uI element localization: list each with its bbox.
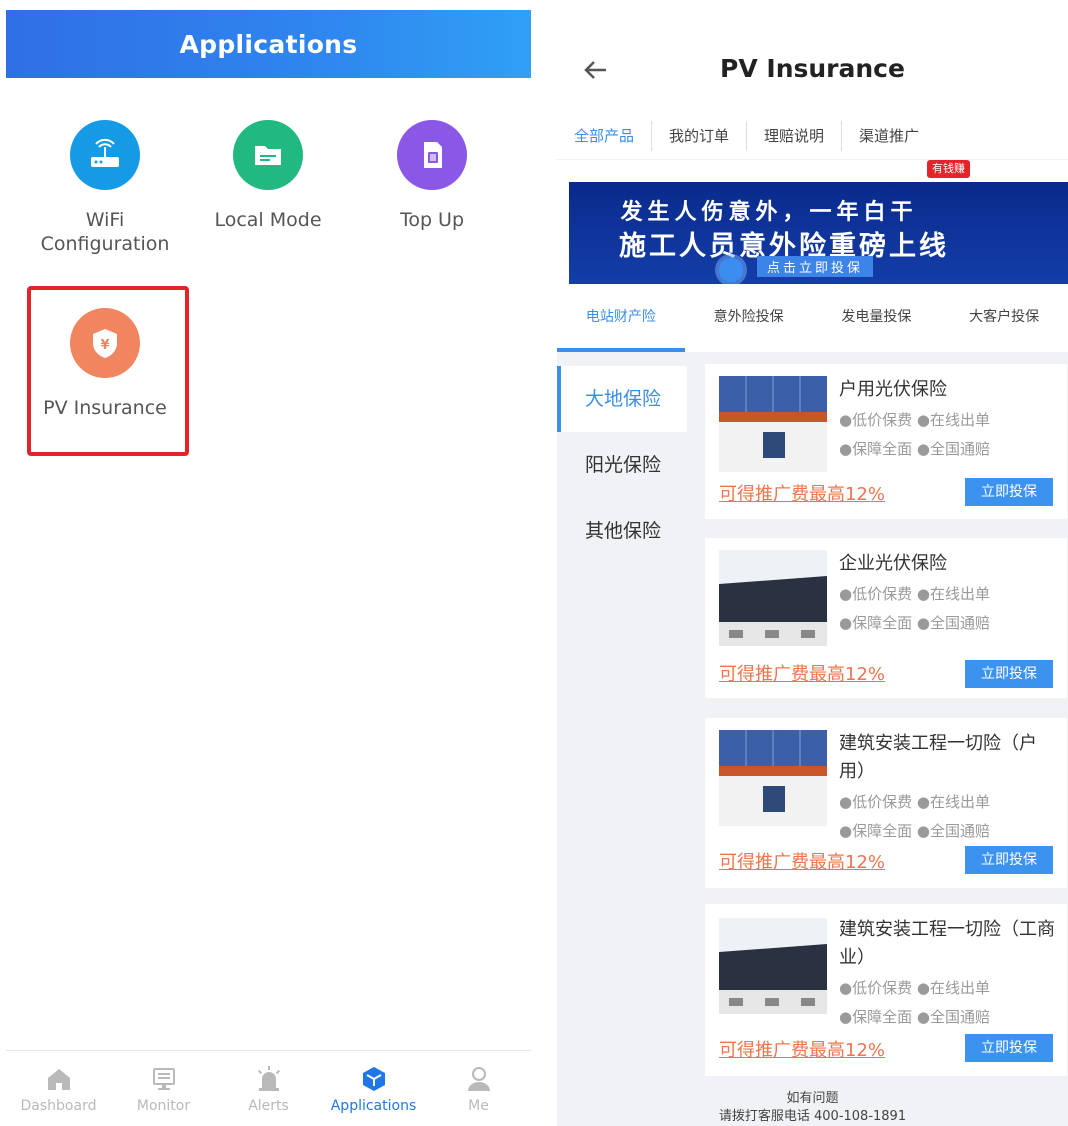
tab-label: Me	[468, 1097, 489, 1114]
customer-service-note: 如有问题 请拨打客服电话 400-108-1891	[557, 1090, 1068, 1126]
tab-my-orders[interactable]: 我的订单	[652, 120, 748, 151]
bottom-tab-bar: Dashboard Monitor Alerts Applications Me	[6, 1050, 531, 1126]
tag-line: ●保障全面 ●全国通赔	[839, 614, 990, 632]
banner-button[interactable]: 点击立即投保	[757, 256, 874, 277]
product-card[interactable]: 企业光伏保险 ●低价保费 ●在线出单 ●保障全面 ●全国通赔 可得推广费最高12…	[705, 538, 1067, 698]
promo-link[interactable]: 可得推广费最高12%	[719, 660, 885, 686]
footer-line-1: 如有问题	[786, 1091, 839, 1106]
product-name: 户用光伏保险	[839, 379, 947, 400]
tag-line: ●保障全面 ●全国通赔	[839, 440, 990, 458]
promo-link[interactable]: 可得推广费最高12%	[719, 1036, 885, 1062]
tab-dashboard[interactable]: Dashboard	[6, 1051, 111, 1126]
tag-line: ●保障全面 ●全国通赔	[839, 1008, 990, 1026]
cat-tab-property[interactable]: 电站财产险	[557, 292, 685, 352]
app-wifi-configuration[interactable]: WiFi Configuration	[20, 120, 190, 256]
product-card[interactable]: 建筑安装工程一切险（工商业） ●低价保费 ●在线出单 ●保障全面 ●全国通赔 可…	[705, 904, 1067, 1076]
user-icon	[467, 1066, 490, 1091]
promo-banner[interactable]: 发生人伤意外，一年白干 施工人员意外险重磅上线 点击立即投保	[569, 182, 1068, 284]
app-label: WiFi Configuration	[40, 209, 170, 255]
product-tags: ●低价保费 ●在线出单 ●保障全面 ●全国通赔	[839, 974, 990, 1032]
promo-link[interactable]: 可得推广费最高12%	[719, 848, 885, 874]
tab-all-products[interactable]: 全部产品	[557, 120, 653, 151]
top-tabs: 全部产品 我的订单 理赔说明 渠道推广	[557, 112, 1068, 160]
tab-label: Alerts	[248, 1097, 289, 1114]
tag-line: ●保障全面 ●全国通赔	[839, 822, 990, 840]
insure-now-button[interactable]: 立即投保	[965, 846, 1053, 874]
tag-line: ●低价保费 ●在线出单	[839, 585, 990, 603]
applications-screen: Applications WiFi Configuration Local Mo…	[0, 0, 540, 1126]
app-local-mode[interactable]: Local Mode	[183, 120, 353, 232]
product-card[interactable]: 户用光伏保险 ●低价保费 ●在线出单 ●保障全面 ●全国通赔 可得推广费最高12…	[705, 364, 1067, 519]
nav-bar: PV Insurance	[557, 40, 1068, 100]
side-item-sunshine[interactable]: 阳光保险	[557, 432, 687, 498]
house-solar-image	[719, 730, 827, 826]
monitor-icon	[152, 1067, 175, 1090]
product-name: 建筑安装工程一切险（户用）	[839, 733, 1037, 782]
router-icon	[70, 120, 140, 190]
tap-hand-icon	[719, 258, 743, 282]
insure-now-button[interactable]: 立即投保	[965, 1034, 1053, 1062]
category-tabs: 电站财产险 意外险投保 发电量投保 大客户投保	[557, 292, 1068, 352]
cube-icon	[362, 1066, 385, 1091]
product-area: 大地保险 阳光保险 其他保险 户用光伏保险 ●低价保费 ●在线出单 ●保障全面 …	[557, 352, 1068, 1126]
product-card[interactable]: 建筑安装工程一切险（户用） ●低价保费 ●在线出单 ●保障全面 ●全国通赔 可得…	[705, 718, 1067, 888]
tag-line: ●低价保费 ●在线出单	[839, 793, 990, 811]
tab-label: Dashboard	[20, 1097, 97, 1114]
earn-badge: 有钱赚	[927, 160, 970, 178]
product-tags: ●低价保费 ●在线出单 ●保障全面 ●全国通赔	[839, 580, 990, 638]
highlight-box	[27, 286, 189, 456]
tab-applications[interactable]: Applications	[321, 1051, 426, 1126]
side-item-other[interactable]: 其他保险	[557, 498, 687, 564]
footer-line-2: 请拨打客服电话 400-108-1891	[718, 1109, 907, 1124]
alarm-icon	[257, 1065, 280, 1091]
app-label: Local Mode	[214, 209, 322, 231]
pv-insurance-screen: PV Insurance 全部产品 我的订单 理赔说明 渠道推广 有钱赚 发生人…	[557, 0, 1068, 1126]
tab-me[interactable]: Me	[426, 1051, 531, 1126]
product-tags: ●低价保费 ●在线出单 ●保障全面 ●全国通赔	[839, 406, 990, 464]
promo-link[interactable]: 可得推广费最高12%	[719, 480, 885, 506]
product-name: 建筑安装工程一切险（工商业）	[839, 919, 1055, 968]
app-header: Applications	[6, 10, 531, 78]
cat-tab-enterprise[interactable]: 大客户投保	[940, 292, 1068, 352]
tab-monitor[interactable]: Monitor	[111, 1051, 216, 1126]
page-title: Applications	[179, 29, 358, 59]
tab-label: 渠道推广	[859, 126, 920, 145]
product-name: 企业光伏保险	[839, 553, 947, 574]
tab-claims-info[interactable]: 理赔说明	[747, 120, 843, 151]
cat-tab-accident[interactable]: 意外险投保	[685, 292, 813, 352]
tag-line: ●低价保费 ●在线出单	[839, 979, 990, 997]
tab-label: Applications	[330, 1097, 417, 1114]
insurer-side-nav: 大地保险 阳光保险 其他保险	[557, 352, 687, 564]
tab-alerts[interactable]: Alerts	[216, 1051, 321, 1126]
side-item-dadi[interactable]: 大地保险	[557, 366, 687, 432]
factory-solar-image	[719, 550, 827, 646]
sim-card-icon	[397, 120, 467, 190]
product-tags: ●低价保费 ●在线出单 ●保障全面 ●全国通赔	[839, 788, 990, 846]
banner-line-1: 发生人伤意外，一年白干	[620, 200, 918, 225]
tab-label: Monitor	[136, 1097, 191, 1114]
tab-channel-promotion[interactable]: 渠道推广	[842, 121, 936, 151]
insure-now-button[interactable]: 立即投保	[965, 660, 1053, 688]
house-solar-image	[719, 376, 827, 472]
page-title: PV Insurance	[720, 54, 905, 83]
app-top-up[interactable]: Top Up	[347, 120, 517, 232]
folder-icon	[233, 120, 303, 190]
tag-line: ●低价保费 ●在线出单	[839, 411, 990, 429]
cat-tab-generation[interactable]: 发电量投保	[813, 292, 941, 352]
app-label: Top Up	[399, 209, 465, 231]
insure-now-button[interactable]: 立即投保	[965, 478, 1053, 506]
home-icon	[47, 1068, 70, 1090]
factory-solar-image	[719, 918, 827, 1014]
